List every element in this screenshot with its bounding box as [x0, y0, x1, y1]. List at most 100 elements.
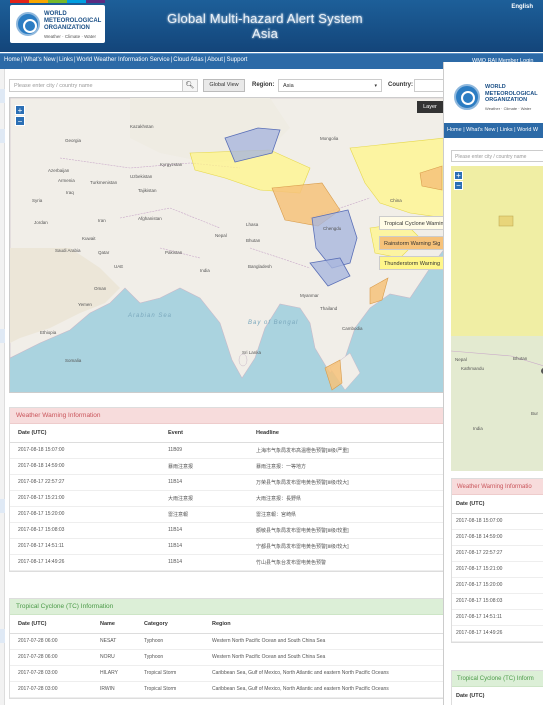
map-label: Bangladesh [248, 264, 272, 269]
second-window-map[interactable]: + − Nepal Kathmandu Bhutan India Bur [451, 166, 543, 471]
nav-separator: | [204, 57, 207, 63]
logo-tagline: Weather · Climate · Water [485, 106, 532, 111]
map-label: China [390, 198, 402, 203]
col-date: Date (UTC) [452, 687, 543, 705]
legend-tc-warning[interactable]: Tropical Cyclone Warning [379, 216, 443, 230]
table-cell: 11B09 [160, 442, 248, 459]
nav-item-cloud-atlas[interactable]: Cloud Atlas [173, 57, 203, 63]
tc-row[interactable]: 2017-07-28 03:00 IRWIN Tropical Storm Carib… [10, 681, 443, 698]
weather-warning-row[interactable]: 2017-08-17 15:08:03 [452, 593, 543, 610]
table-cell: 雷注意報 [160, 506, 248, 523]
map-label: Chengdu [323, 226, 342, 231]
language-link[interactable]: English [511, 4, 533, 10]
table-cell: 2017-07-28 03:00 [10, 681, 92, 698]
zoom-out-button[interactable]: − [454, 181, 463, 190]
weather-warning-row[interactable]: 2017-08-17 22:57:27 11B14 万荣县气象局发布雷电黄色预警[Ⅲ… [10, 474, 443, 491]
table-cell: 2017-08-17 15:21:00 [10, 490, 160, 507]
table-cell: 2017-08-17 15:20:00 [452, 577, 543, 594]
second-search-input[interactable]: Please enter city / country name [451, 150, 543, 162]
brand-color-segment [48, 0, 67, 3]
tc-row[interactable]: 2017-07-28 03:00 HILARY Tropical Storm Cari… [10, 665, 443, 682]
table-cell: 2017-08-17 14:49:26 [452, 625, 543, 642]
second-window-nav[interactable]: Home | What's New | Links | World W [444, 123, 543, 138]
second-window-header: WORLD METEOROLOGICAL ORGANIZATION Weathe… [444, 72, 543, 120]
region-select[interactable]: Asia ▾ [278, 79, 382, 92]
second-browser-window[interactable]: WORLD METEOROLOGICAL ORGANIZATION Weathe… [443, 62, 543, 705]
weather-warning-row[interactable]: 2017-08-18 15:07:00 11B09 上海市气象局发布高温橙色预警[Ⅲ… [10, 442, 443, 459]
map-label: Armenia [58, 178, 75, 183]
nav-item-links[interactable]: Links [59, 57, 73, 63]
table-cell: NORU [92, 649, 136, 666]
site-header: WORLD METEOROLOGICAL ORGANIZATION Weathe… [0, 0, 543, 52]
second-map-canvas [451, 166, 543, 471]
weather-warning-row[interactable]: 2017-08-17 14:49:26 11B14 竹山县气象台发布雷电黄色预警 [10, 554, 443, 571]
global-view-button[interactable]: Global View [203, 79, 245, 92]
search-input[interactable]: Please enter city / country name [9, 79, 197, 92]
weather-warning-row[interactable]: 2017-08-17 15:08:03 11B14 额敏县气象局发布雷电黄色预警[Ⅲ… [10, 522, 443, 539]
brand-color-segment [29, 0, 48, 3]
second-tc-table: Date (UTC) [452, 687, 543, 705]
nav-item-support[interactable]: Support [226, 57, 247, 63]
zoom-in-button[interactable]: + [15, 105, 25, 115]
weather-warning-row[interactable]: 2017-08-17 15:20:00 雷注意報 雷注意報：宮崎県 [10, 506, 443, 523]
weather-warning-row[interactable]: 2017-08-18 15:07:00 [452, 513, 543, 530]
table-cell: 11B14 [160, 522, 248, 539]
second-weather-title: Weather Warning Informatio [452, 479, 543, 495]
table-cell: HILARY [92, 665, 136, 682]
weather-warning-row[interactable]: 2017-08-17 15:20:00 [452, 577, 543, 594]
map-label: Ethiopia [40, 330, 57, 335]
nav-item-home[interactable]: Home [4, 57, 20, 63]
alert-map[interactable]: + − Layer Tropical Cyclone Warning Rains… [9, 97, 444, 393]
table-cell: 2017-08-18 14:59:00 [10, 458, 160, 475]
table-cell: 2017-08-17 15:20:00 [10, 506, 160, 523]
weather-warning-row[interactable]: 2017-08-17 15:21:00 大雨注意报 大雨注意报：長野県 [10, 490, 443, 507]
tc-row[interactable]: 2017-07-28 06:00 NESAT Typhoon Western Nort… [10, 633, 443, 650]
weather-warning-row[interactable]: 2017-08-17 14:51:11 11B14 宁都县气象局发布雷电黄色预警[Ⅲ… [10, 538, 443, 555]
country-label: Country: [388, 82, 413, 88]
wmo-logo[interactable]: WORLD METEOROLOGICAL ORGANIZATION Weathe… [10, 5, 105, 43]
map-label: Mongolia [320, 136, 339, 141]
search-button[interactable]: 🔍︎ [182, 79, 198, 92]
table-cell: 2017-08-18 15:07:00 [10, 442, 160, 459]
chevron-down-icon: ▾ [374, 83, 377, 89]
weather-warning-row[interactable]: 2017-08-18 14:59:00 暴雨注意报 暴雨注意报：一等地方 [10, 458, 443, 475]
table-cell: Typhoon [136, 649, 204, 666]
nav-item-what-s-new[interactable]: What's New [24, 57, 56, 63]
tc-title: Tropical Cyclone (TC) Information [10, 599, 443, 615]
legend-rainstorm-warning[interactable]: Rainstorm Warning Sig [379, 236, 443, 250]
second-tc-title: Tropical Cyclone (TC) Inform [452, 671, 543, 687]
page-title: Global Multi-hazard Alert System Asia [140, 11, 390, 41]
layer-button[interactable]: Layer [417, 101, 443, 113]
map-label: Georgia [65, 138, 82, 143]
weather-warning-row[interactable]: 2017-08-18 14:59:00 [452, 529, 543, 546]
weather-warning-row[interactable]: 2017-08-17 14:51:11 [452, 609, 543, 626]
map-label: Jordan [34, 220, 48, 225]
zoom-out-button[interactable]: − [15, 116, 25, 126]
tropical-cyclone-panel: Tropical Cyclone (TC) Information Date (… [9, 598, 444, 699]
table-cell: 2017-08-17 22:57:27 [452, 545, 543, 562]
nav-item-world-weather-information-service[interactable]: World Weather Information Service [77, 57, 170, 63]
map-label: Syria [32, 198, 43, 203]
table-cell: 2017-08-17 14:51:11 [452, 609, 543, 626]
table-cell: 宁都县气象局发布雷电黄色预警[Ⅲ级/较大] [248, 538, 443, 555]
zoom-in-button[interactable]: + [454, 171, 463, 180]
table-cell: 竹山县气象台发布雷电黄色预警 [248, 554, 443, 571]
table-cell: Caribbean Sea, Gulf of Mexico, North Atl… [204, 681, 443, 698]
sea-label: Arabian Sea [128, 313, 173, 319]
nav-item-about[interactable]: About [207, 57, 223, 63]
map-label: Kuwait [82, 236, 96, 241]
country-select[interactable] [414, 79, 444, 92]
legend-thunderstorm-warning[interactable]: Thunderstorm Warning [379, 256, 443, 270]
map-label: Cambodia [342, 326, 363, 331]
nav-separator: | [21, 57, 23, 63]
tc-row[interactable]: 2017-07-28 06:00 NORU Typhoon Western North… [10, 649, 443, 666]
weather-warning-row[interactable]: 2017-08-17 14:49:26 [452, 625, 543, 642]
weather-warning-row[interactable]: 2017-08-17 22:57:27 [452, 545, 543, 562]
col-event: Event [160, 424, 248, 443]
table-cell: Tropical Storm [136, 681, 204, 698]
logo-tagline: Weather · Climate · Water [44, 34, 97, 39]
weather-warning-row[interactable]: 2017-08-17 15:21:00 [452, 561, 543, 578]
map-label: Qatar [98, 250, 110, 255]
map-label: Azerbaijan [48, 168, 70, 173]
sea-label: Bay of Bengal [248, 320, 299, 326]
